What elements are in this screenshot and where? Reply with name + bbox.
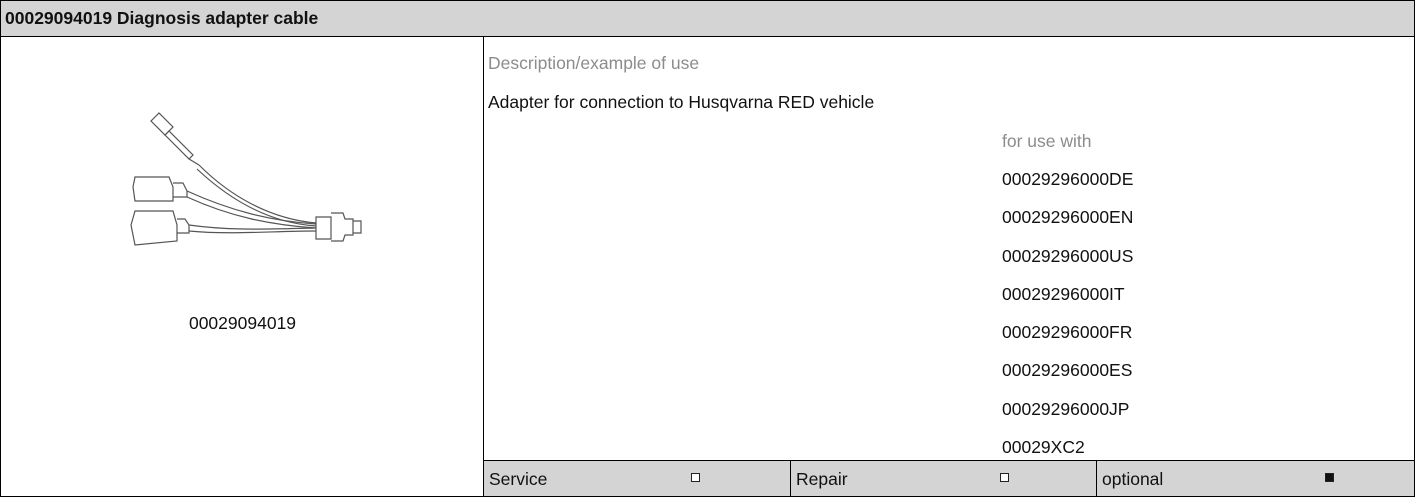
list-item: 00029296000IT: [1002, 283, 1125, 304]
cable-adapter-illustration: [130, 112, 362, 246]
repair-label: Repair: [796, 469, 848, 489]
repair-checkbox: [1000, 473, 1009, 482]
list-item: 00029296000DE: [1002, 169, 1134, 189]
optional-cell: optional: [1096, 461, 1415, 496]
diagnostic-plug-icon: [315, 212, 362, 242]
female-connector-icon: [130, 210, 317, 246]
optional-label: optional: [1102, 469, 1164, 489]
usb-plug-icon: [150, 112, 200, 166]
service-label: Service: [489, 469, 548, 489]
service-checkbox: [691, 473, 700, 482]
list-item: 00029296000US: [1002, 245, 1134, 266]
part-number-caption: 00029094019: [188, 313, 297, 333]
title-bar: 00029094019 Diagnosis adapter cable: [1, 1, 1414, 37]
description-heading: Description/example of use: [488, 53, 700, 73]
for-use-with-list: 00029296000DE 00029296000EN 00029296000U…: [1002, 170, 1133, 476]
description-text: Adapter for connection to Husqvarna RED …: [488, 92, 875, 112]
list-item: 00029296000EN: [1002, 207, 1134, 228]
list-item: 00029296000JP: [1002, 398, 1130, 419]
service-cell: Service: [484, 461, 790, 496]
tool-sheet: 00029094019 Diagnosis adapter cable 0002…: [0, 0, 1415, 497]
female-connector-icon: [132, 176, 317, 229]
repair-cell: Repair: [790, 461, 1097, 496]
usage-footer: Service Repair optional: [484, 460, 1414, 496]
optional-checkbox: [1325, 473, 1334, 482]
list-item: 00029296000FR: [1002, 322, 1133, 343]
image-panel: 00029094019: [1, 37, 484, 496]
for-use-with-heading: for use with: [1002, 131, 1092, 151]
list-item: 00029296000ES: [1002, 360, 1133, 381]
tool-title: 00029094019 Diagnosis adapter cable: [5, 8, 319, 28]
description-panel: Description/example of use Adapter for c…: [484, 37, 1414, 496]
